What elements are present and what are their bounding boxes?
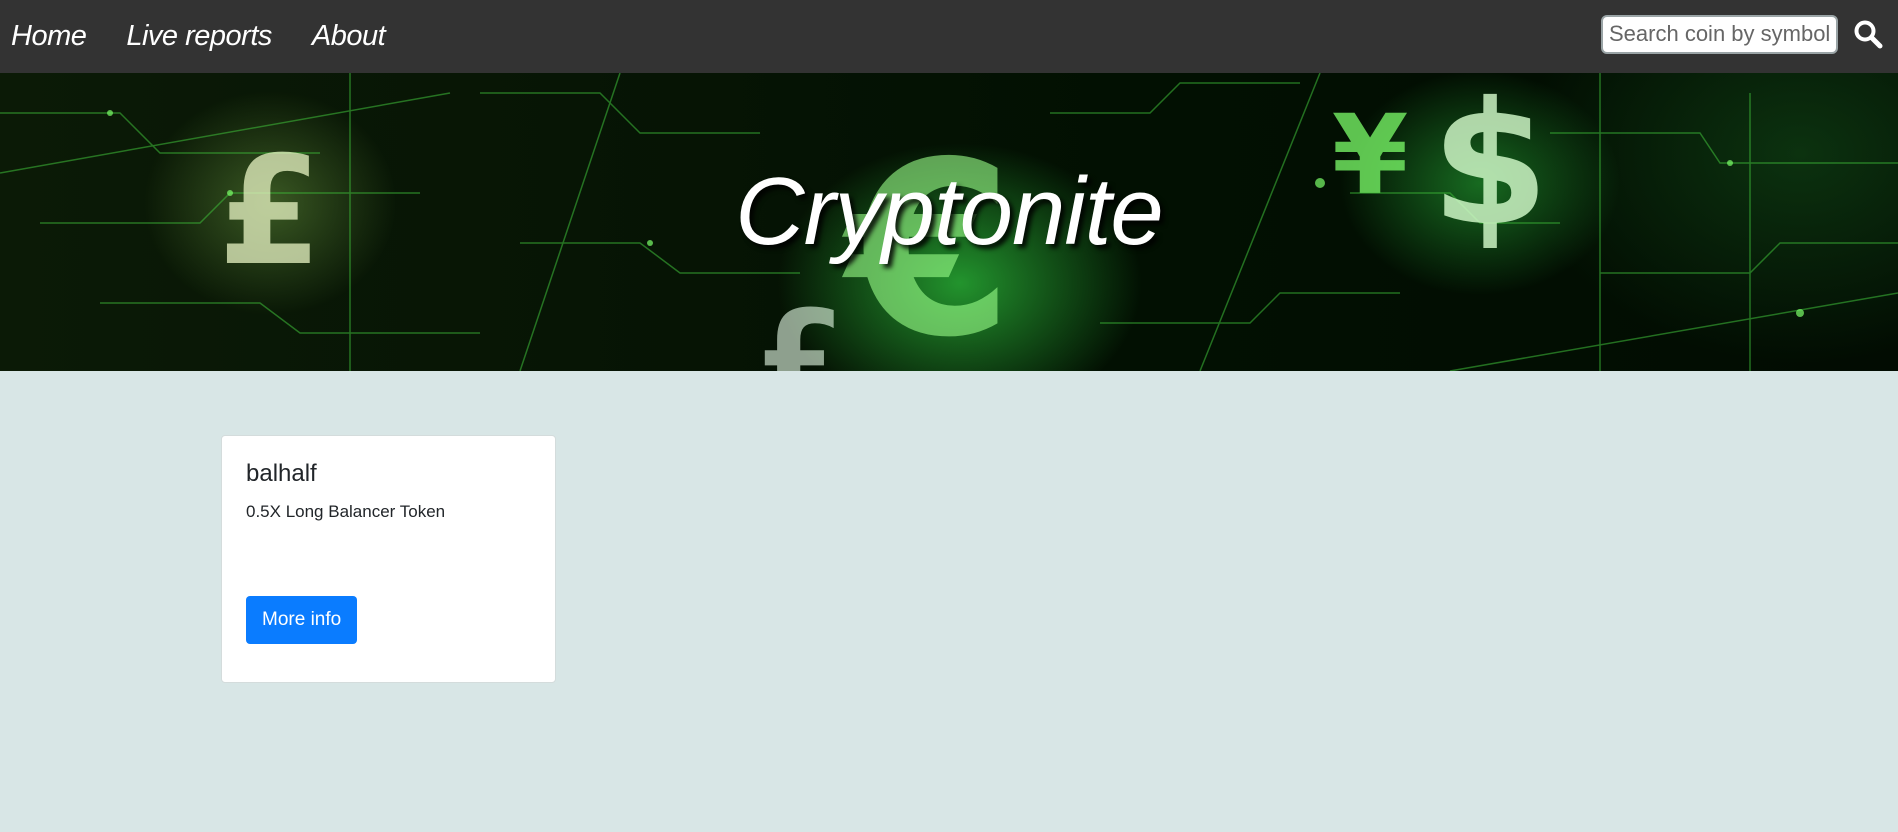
nav-link-home[interactable]: Home bbox=[11, 20, 87, 53]
navbar: Home Live reports About bbox=[0, 0, 1898, 73]
site-title: Cryptonite bbox=[735, 158, 1164, 265]
search-bar bbox=[1601, 14, 1888, 54]
search-input[interactable] bbox=[1601, 14, 1838, 54]
nav-link-about[interactable]: About bbox=[312, 20, 386, 53]
search-icon[interactable] bbox=[1848, 14, 1888, 54]
more-info-button[interactable]: More info bbox=[246, 596, 358, 644]
coin-name: 0.5X Long Balancer Token bbox=[246, 502, 446, 521]
coin-symbol: balhalf bbox=[246, 460, 317, 487]
nav-links: Home Live reports About bbox=[11, 20, 425, 53]
nav-link-live-reports[interactable]: Live reports bbox=[126, 20, 272, 53]
coin-card: balhalf 0.5X Long Balancer Token More in… bbox=[221, 435, 556, 683]
hero-banner: £ € £ ¥ $ Cryptonite bbox=[0, 73, 1898, 371]
